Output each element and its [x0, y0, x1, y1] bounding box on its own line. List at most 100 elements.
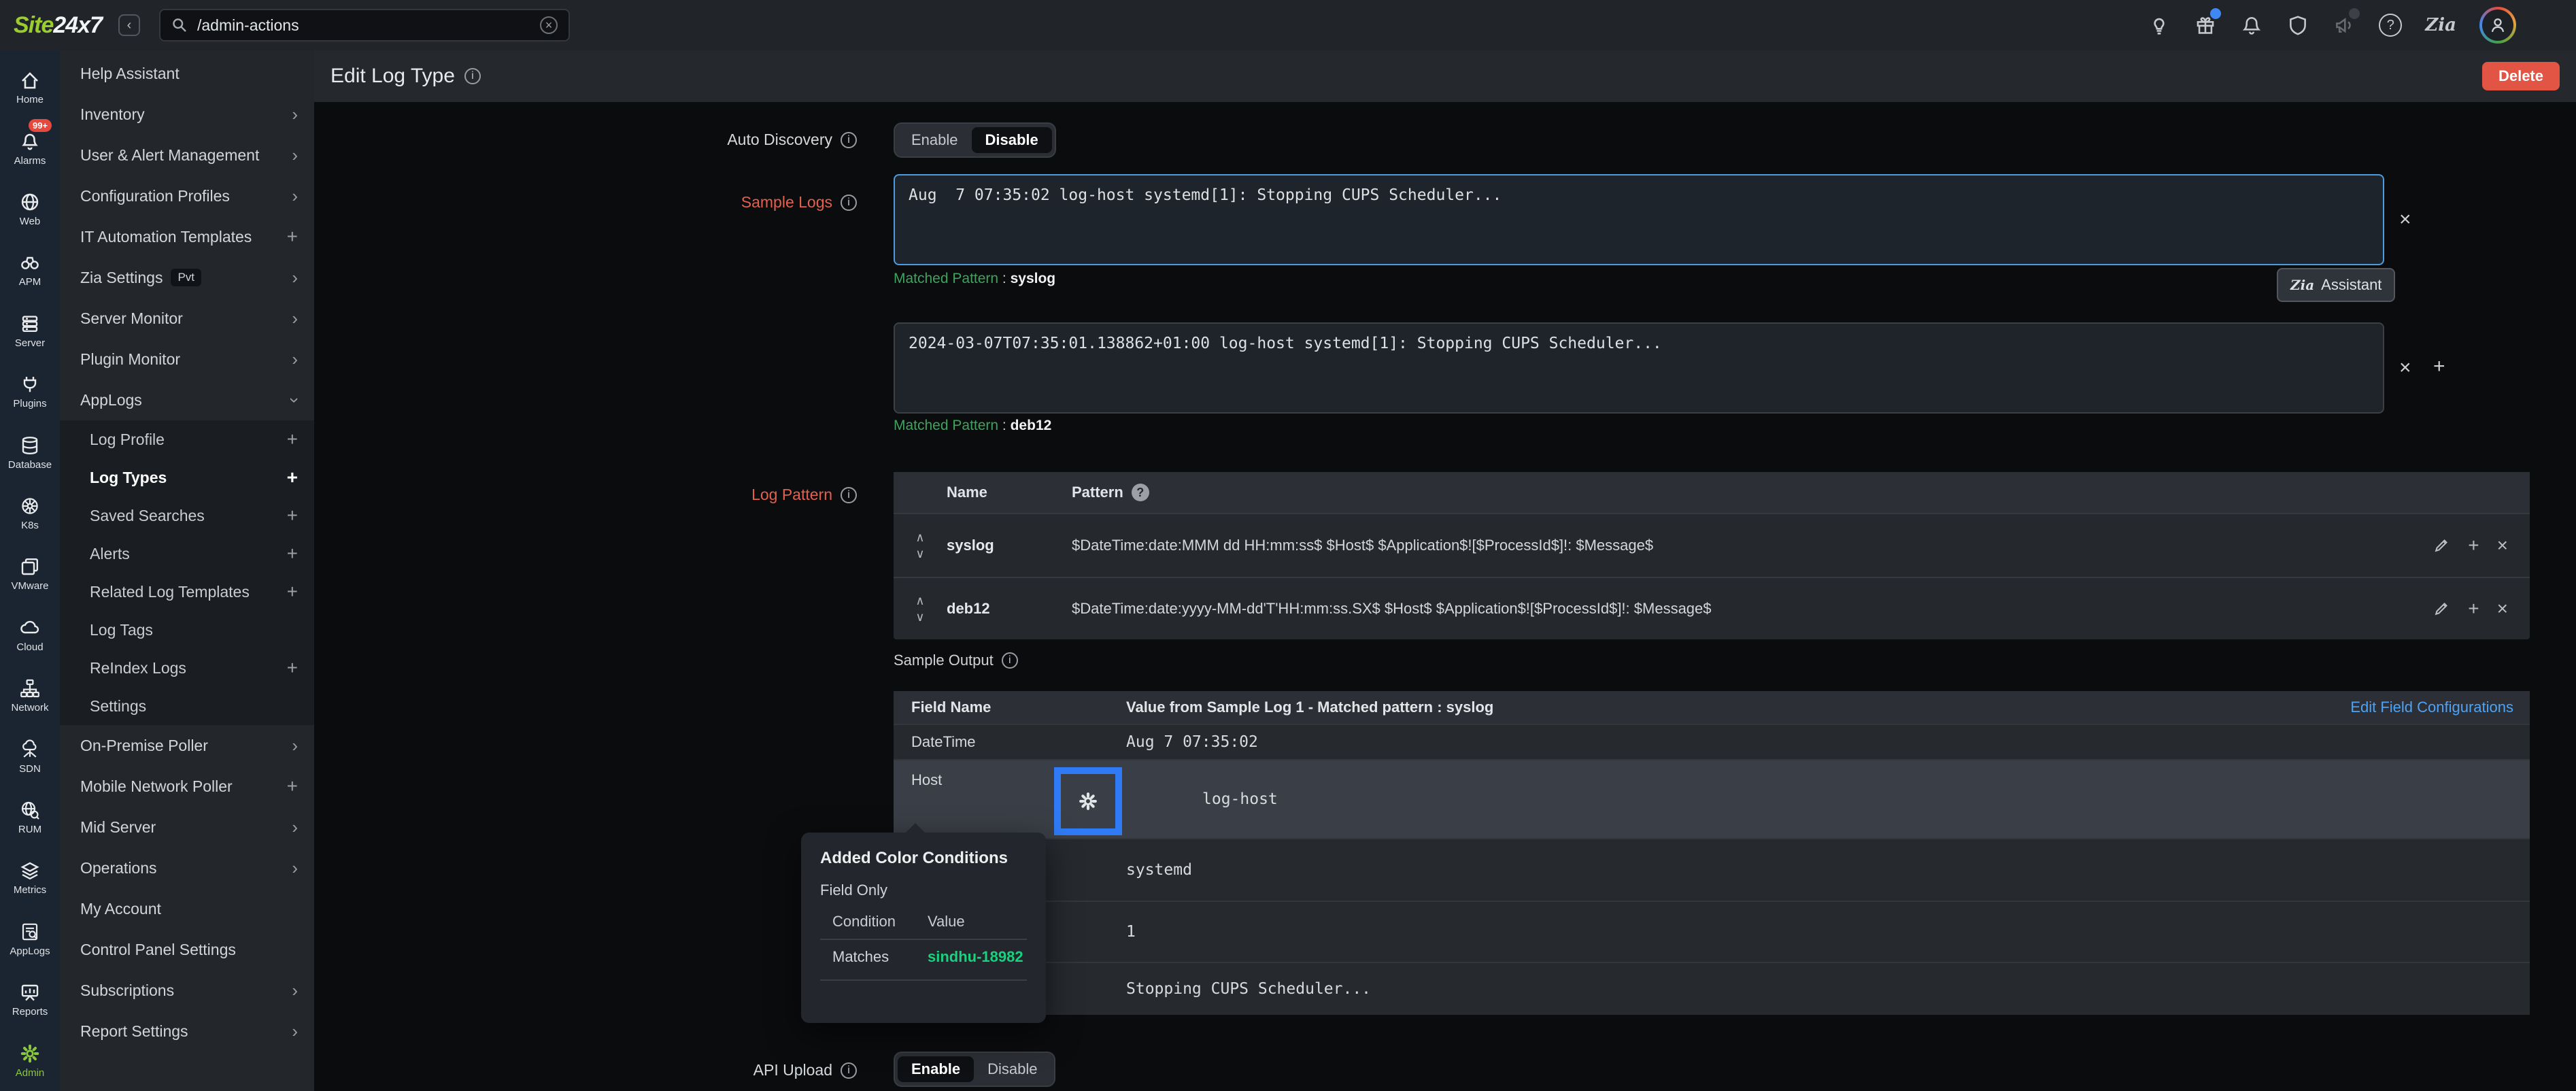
submenu-item-reindex-logs[interactable]: ReIndex Logs+	[60, 649, 314, 687]
rail-item-alarms[interactable]: Alarms 99+	[0, 118, 60, 178]
submenu-item-settings[interactable]: Settings	[60, 687, 314, 725]
menu-item-server-monitor[interactable]: Server Monitor›	[60, 298, 314, 339]
rail-item-plugins[interactable]: Plugins	[0, 361, 60, 422]
zia-icon[interactable]: Zia	[2425, 15, 2456, 35]
rail-item-cloud[interactable]: Cloud	[0, 605, 60, 665]
menu-item-my-account[interactable]: My Account	[60, 888, 314, 929]
rail-item-metrics[interactable]: Metrics	[0, 847, 60, 908]
plus-icon[interactable]: +	[287, 429, 298, 450]
rail-item-reports[interactable]: Reports	[0, 969, 60, 1030]
output-row-application: systemd	[894, 838, 2530, 901]
search-clear-icon[interactable]: ×	[540, 16, 558, 34]
move-down-icon[interactable]: ∨	[915, 548, 924, 560]
field-settings-gear-button[interactable]	[1054, 767, 1122, 835]
remove-sample-log-2-icon[interactable]: ×	[2399, 358, 2411, 378]
submenu-item-log-profile[interactable]: Log Profile+	[60, 420, 314, 458]
site24x7-logo[interactable]: Site24x7	[14, 12, 102, 39]
plus-icon[interactable]: +	[287, 657, 298, 679]
plus-icon[interactable]: +	[287, 543, 298, 565]
menu-item-inventory[interactable]: Inventory›	[60, 94, 314, 135]
menu-item-configuration-profiles[interactable]: Configuration Profiles›	[60, 175, 314, 216]
move-up-icon[interactable]: ∧	[915, 594, 924, 607]
pattern-text: $DateTime:date:yyyy-MM-dd'T'HH:mm:ss.SX$…	[1072, 600, 1712, 618]
plus-icon[interactable]: +	[287, 226, 298, 248]
help-icon[interactable]: ?	[2379, 14, 2402, 37]
add-pattern-icon[interactable]: +	[2468, 599, 2479, 618]
add-sample-log-icon[interactable]: +	[2433, 356, 2445, 377]
edit-pattern-icon[interactable]	[2433, 600, 2450, 618]
global-search[interactable]: ×	[159, 9, 570, 41]
rail-item-vmware[interactable]: VMware	[0, 543, 60, 604]
notifications-bell-icon[interactable]	[2240, 14, 2263, 37]
zia-assistant-button[interactable]: ZiaAssistant	[2277, 268, 2395, 302]
move-down-icon[interactable]: ∨	[915, 611, 924, 623]
rail-item-web[interactable]: Web	[0, 179, 60, 239]
menu-item-zia-settings[interactable]: Zia SettingsPvt›	[60, 257, 314, 298]
submenu-item-alerts[interactable]: Alerts+	[60, 535, 314, 573]
security-shield-icon[interactable]	[2286, 14, 2309, 37]
menu-item-subscriptions[interactable]: Subscriptions›	[60, 970, 314, 1011]
menu-item-mobile-network-poller[interactable]: Mobile Network Poller+	[60, 766, 314, 807]
rail-item-network[interactable]: Network	[0, 665, 60, 726]
auto-discovery-disable-option[interactable]: Disable	[972, 127, 1052, 153]
submenu-item-log-types[interactable]: Log Types+	[60, 458, 314, 497]
chevron-right-icon: ›	[292, 145, 298, 166]
delete-button[interactable]: Delete	[2482, 62, 2560, 90]
menu-item-plugin-monitor[interactable]: Plugin Monitor›	[60, 339, 314, 380]
rail-item-rum[interactable]: RUM	[0, 787, 60, 847]
reports-presentation-icon	[19, 981, 41, 1003]
field-value: systemd	[1126, 839, 1192, 901]
sample-log-textarea-2[interactable]: 2024-03-07T07:35:01.138862+01:00 log-hos…	[894, 322, 2384, 414]
rail-item-database[interactable]: Database	[0, 422, 60, 482]
submenu-item-saved-searches[interactable]: Saved Searches+	[60, 497, 314, 535]
plus-icon[interactable]: +	[287, 581, 298, 603]
menu-item-it-automation-templates[interactable]: IT Automation Templates+	[60, 216, 314, 257]
alarms-count-badge: 99+	[29, 119, 52, 132]
delete-pattern-icon[interactable]: ×	[2497, 599, 2508, 618]
menu-item-report-settings[interactable]: Report Settings›	[60, 1011, 314, 1052]
delete-pattern-icon[interactable]: ×	[2497, 536, 2508, 555]
submenu-item-log-tags[interactable]: Log Tags	[60, 611, 314, 649]
tips-bulb-icon[interactable]	[2148, 14, 2171, 37]
remove-sample-log-1-icon[interactable]: ×	[2399, 209, 2411, 230]
sidebar-collapse-icon[interactable]: ‹	[118, 14, 140, 36]
rail-item-admin[interactable]: Admin	[0, 1030, 60, 1091]
plus-icon[interactable]: +	[287, 775, 298, 797]
rail-item-k8s[interactable]: K8s	[0, 483, 60, 543]
api-upload-disable-option[interactable]: Disable	[974, 1056, 1051, 1082]
pattern-help-icon[interactable]: ?	[1132, 484, 1149, 501]
menu-item-operations[interactable]: Operations›	[60, 847, 314, 888]
menu-item-mid-server[interactable]: Mid Server›	[60, 807, 314, 847]
logo-text-green: Site	[14, 12, 53, 38]
whats-new-gift-icon[interactable]	[2194, 14, 2217, 37]
menu-item-user-alert-management[interactable]: User & Alert Management›	[60, 135, 314, 175]
search-input[interactable]	[197, 16, 530, 35]
auto-discovery-enable-option[interactable]: Enable	[898, 127, 972, 153]
submenu-item-related-log-templates[interactable]: Related Log Templates+	[60, 573, 314, 611]
edit-pattern-icon[interactable]	[2433, 537, 2450, 554]
menu-item-help-assistant[interactable]: Help Assistant	[60, 53, 314, 94]
sample-log-textarea-1[interactable]: Aug 7 07:35:02 log-host systemd[1]: Stop…	[894, 174, 2384, 265]
info-icon: i	[1002, 652, 1018, 669]
move-up-icon[interactable]: ∧	[915, 531, 924, 543]
menu-item-control-panel-settings[interactable]: Control Panel Settings	[60, 929, 314, 970]
plus-icon[interactable]: +	[287, 467, 298, 488]
edit-field-configurations-link[interactable]: Edit Field Configurations	[2350, 699, 2530, 716]
menu-item-applogs[interactable]: AppLogs›	[60, 380, 314, 420]
rail-item-sdn[interactable]: SDN	[0, 726, 60, 786]
server-stack-icon	[19, 313, 41, 335]
rail-item-server[interactable]: Server	[0, 301, 60, 361]
vmware-icon	[19, 556, 41, 577]
plus-icon[interactable]: +	[287, 505, 298, 526]
app-switcher-grid-icon[interactable]	[2539, 14, 2562, 37]
popup-condition-value: sindhu-18982	[928, 948, 1023, 966]
rail-item-apm[interactable]: APM	[0, 239, 60, 300]
announcements-megaphone-icon[interactable]	[2333, 14, 2356, 37]
rail-item-home[interactable]: Home	[0, 57, 60, 118]
api-upload-enable-option[interactable]: Enable	[898, 1056, 974, 1082]
rail-item-applogs[interactable]: AppLogs	[0, 909, 60, 969]
add-pattern-icon[interactable]: +	[2468, 536, 2479, 555]
user-avatar[interactable]	[2479, 7, 2516, 44]
sample-output-table-header: Field Name Value from Sample Log 1 - Mat…	[894, 691, 2530, 724]
menu-item-on-premise-poller[interactable]: On-Premise Poller›	[60, 725, 314, 766]
